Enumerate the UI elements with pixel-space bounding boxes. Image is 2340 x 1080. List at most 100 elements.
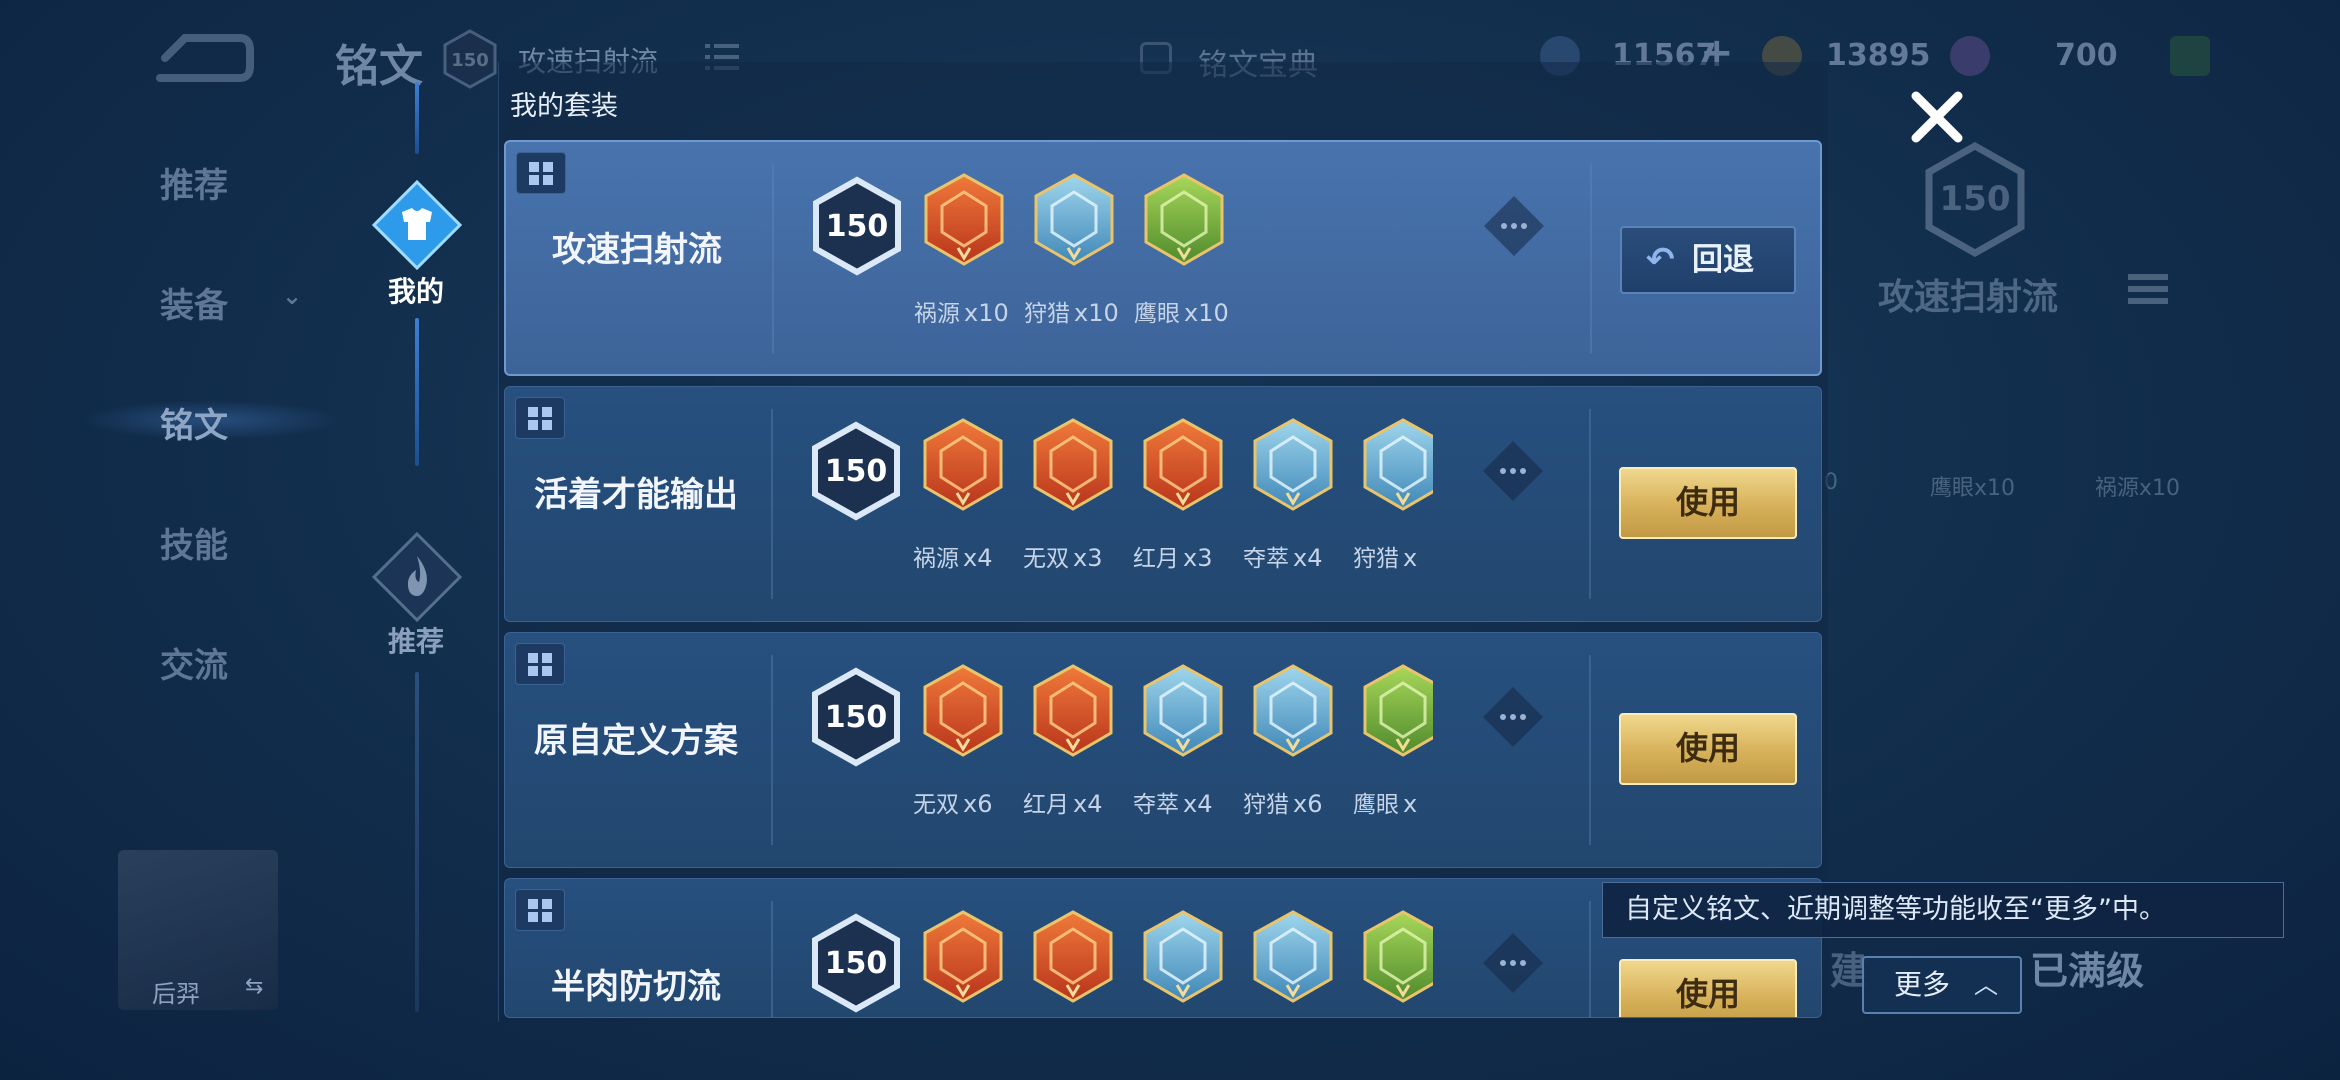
rune-count: x4 [963, 544, 993, 572]
chevron-down-icon[interactable]: ⌄ [282, 282, 302, 310]
rune-item[interactable]: 无双 x3 [1023, 417, 1133, 597]
rune-count: x4 [1293, 544, 1323, 572]
rune-label: 鹰眼 x10 [1134, 294, 1334, 328]
rune-count: x10 [964, 299, 1009, 327]
nav-item-skills[interactable]: 技能 [160, 518, 228, 567]
rune-item[interactable]: 红月x4 [1023, 909, 1133, 1017]
rune-item[interactable]: 祸源 x4 [913, 417, 1023, 597]
rune-item[interactable]: 红月 x3 [1133, 417, 1243, 597]
rune-list: 无双x6红月x4夺萃x4狩猎x6鹰眼x [913, 663, 1433, 853]
rune-label: 狩猎 x [1353, 539, 1433, 573]
rune-icon [924, 173, 1004, 266]
divider [772, 164, 774, 354]
close-icon[interactable] [1908, 88, 1966, 146]
rune-name: 鹰眼 [1353, 792, 1399, 818]
set-name: 活着才能输出 [534, 475, 738, 515]
revert-button[interactable]: ↶ 回退 [1620, 226, 1796, 294]
more-options-icon[interactable] [1482, 194, 1546, 258]
rune-item[interactable]: 夺萃x4 [1133, 909, 1243, 1017]
use-button[interactable]: 使用 [1619, 467, 1797, 539]
set-name: 原自定义方案 [534, 721, 738, 761]
grid-icon[interactable] [516, 152, 566, 194]
rune-icon [923, 910, 1003, 1003]
rune-item[interactable]: 鹰眼x [1353, 663, 1433, 843]
rune-item[interactable]: 无双x6 [913, 663, 1023, 843]
level-hex-icon: 150 [443, 29, 497, 89]
rune-count: x10 [1074, 299, 1119, 327]
more-label: 更多 [1894, 968, 1951, 1001]
nav-item-community[interactable]: 交流 [160, 638, 228, 687]
set-card[interactable]: 攻速扫射流 150 祸源 x10 狩猎 x10 鹰眼 x10 ↶ 回退 [504, 140, 1822, 376]
flame-icon[interactable] [372, 532, 462, 622]
rune-icon [1363, 418, 1433, 511]
more-button[interactable]: 更多 ︿ [1862, 956, 2022, 1014]
level-hex-icon: 150 [812, 667, 900, 767]
rune-icon [1144, 173, 1224, 266]
tooltip: 自定义铭文、近期调整等功能收至“更多”中。 [1602, 882, 2284, 938]
rune-count: x6 [963, 790, 993, 818]
more-options-icon[interactable] [1481, 931, 1545, 995]
rune-name: 无双 [913, 792, 959, 818]
level-text: 150 [826, 209, 889, 244]
rune-icon [1034, 173, 1114, 266]
revert-label: 回退 [1692, 242, 1754, 278]
right-level-hex-icon: 150 [1925, 142, 2025, 257]
rune-count: x4 [1183, 790, 1213, 818]
rune-count: x [1403, 790, 1418, 818]
divider [1589, 655, 1591, 845]
rune-list: 祸源 x4 无双 x3 红月 x3 夺萃 x4 狩猎 x [913, 417, 1433, 607]
undo-icon: ↶ [1646, 240, 1675, 280]
rune-item[interactable]: 鹰眼 x10 [1134, 172, 1244, 352]
chevron-up-icon: ︿ [1974, 971, 1998, 999]
rune-item[interactable]: 狩猎 x [1353, 417, 1433, 597]
grid-icon[interactable] [515, 397, 565, 439]
more-options-icon[interactable] [1481, 685, 1545, 749]
rune-icon [1033, 418, 1113, 511]
rune-item[interactable]: 红月x4 [1023, 663, 1133, 843]
rune-item[interactable]: 鹰眼x [1353, 909, 1433, 1017]
rune-list: 无双x6红月x4夺萃x4狩猎x6鹰眼x [913, 909, 1433, 1017]
level-hex-icon: 150 [813, 176, 901, 276]
modal-title: 我的套装 [510, 91, 618, 122]
page-title: 铭文 [335, 41, 423, 92]
rune-name: 祸源 [914, 301, 960, 327]
tab-line-mid [415, 318, 419, 466]
rune-item[interactable]: 夺萃x4 [1243, 417, 1353, 597]
rune-name: 无双 [1023, 546, 1069, 572]
rune-icon [1253, 664, 1333, 757]
nav-item-equipment[interactable]: 装备 [160, 278, 228, 327]
set-card[interactable]: 活着才能输出 150 祸源 x4 无双 x3 红月 x3 夺萃 x4 狩猎 x 使用 [504, 386, 1822, 622]
more-options-icon[interactable] [1481, 439, 1545, 503]
level-text: 150 [825, 454, 888, 489]
rune-icon [923, 664, 1003, 757]
use-button[interactable]: 使用 [1619, 959, 1797, 1017]
nav-item-recommend[interactable]: 推荐 [160, 158, 228, 207]
back-arrow-icon[interactable] [145, 28, 255, 88]
swap-icon[interactable]: ⇆ [245, 974, 263, 999]
level-text: 150 [825, 946, 888, 981]
rune-count: x3 [1183, 544, 1213, 572]
rune-icon [1143, 418, 1223, 511]
tab-mine[interactable]: 我的 [388, 270, 444, 310]
rune-item[interactable]: 狩猎x6 [1243, 909, 1353, 1017]
set-card[interactable]: 原自定义方案 150 无双 x6 红月 x4 夺萃 x4 狩猎 x6 鹰眼 x 使用 [504, 632, 1822, 868]
grid-icon[interactable] [515, 643, 565, 685]
rune-item[interactable]: 狩猎x6 [1243, 663, 1353, 843]
level-hex-icon: 150 [812, 913, 900, 1013]
rune-name: 祸源 [913, 546, 959, 572]
rune-item[interactable]: 祸源 x10 [914, 172, 1024, 352]
nav-item-runes[interactable]: 铭文 [160, 398, 228, 447]
rune-item[interactable]: 夺萃x4 [1133, 663, 1243, 843]
use-button[interactable]: 使用 [1619, 713, 1797, 785]
rune-item[interactable]: 无双x6 [913, 909, 1023, 1017]
grid-icon[interactable] [515, 889, 565, 931]
armor-icon[interactable] [372, 180, 462, 270]
maxed-label: 已满级 [2030, 949, 2145, 993]
rune-name: 狩猎 [1243, 792, 1289, 818]
divider [771, 409, 773, 599]
rune-item[interactable]: 狩猎 x10 [1024, 172, 1134, 352]
tab-recommended[interactable]: 推荐 [388, 620, 444, 660]
rune-name: 鹰眼 [1134, 301, 1180, 327]
level-hex-icon: 150 [812, 421, 900, 521]
rune-name: 夺萃 [1243, 546, 1289, 572]
